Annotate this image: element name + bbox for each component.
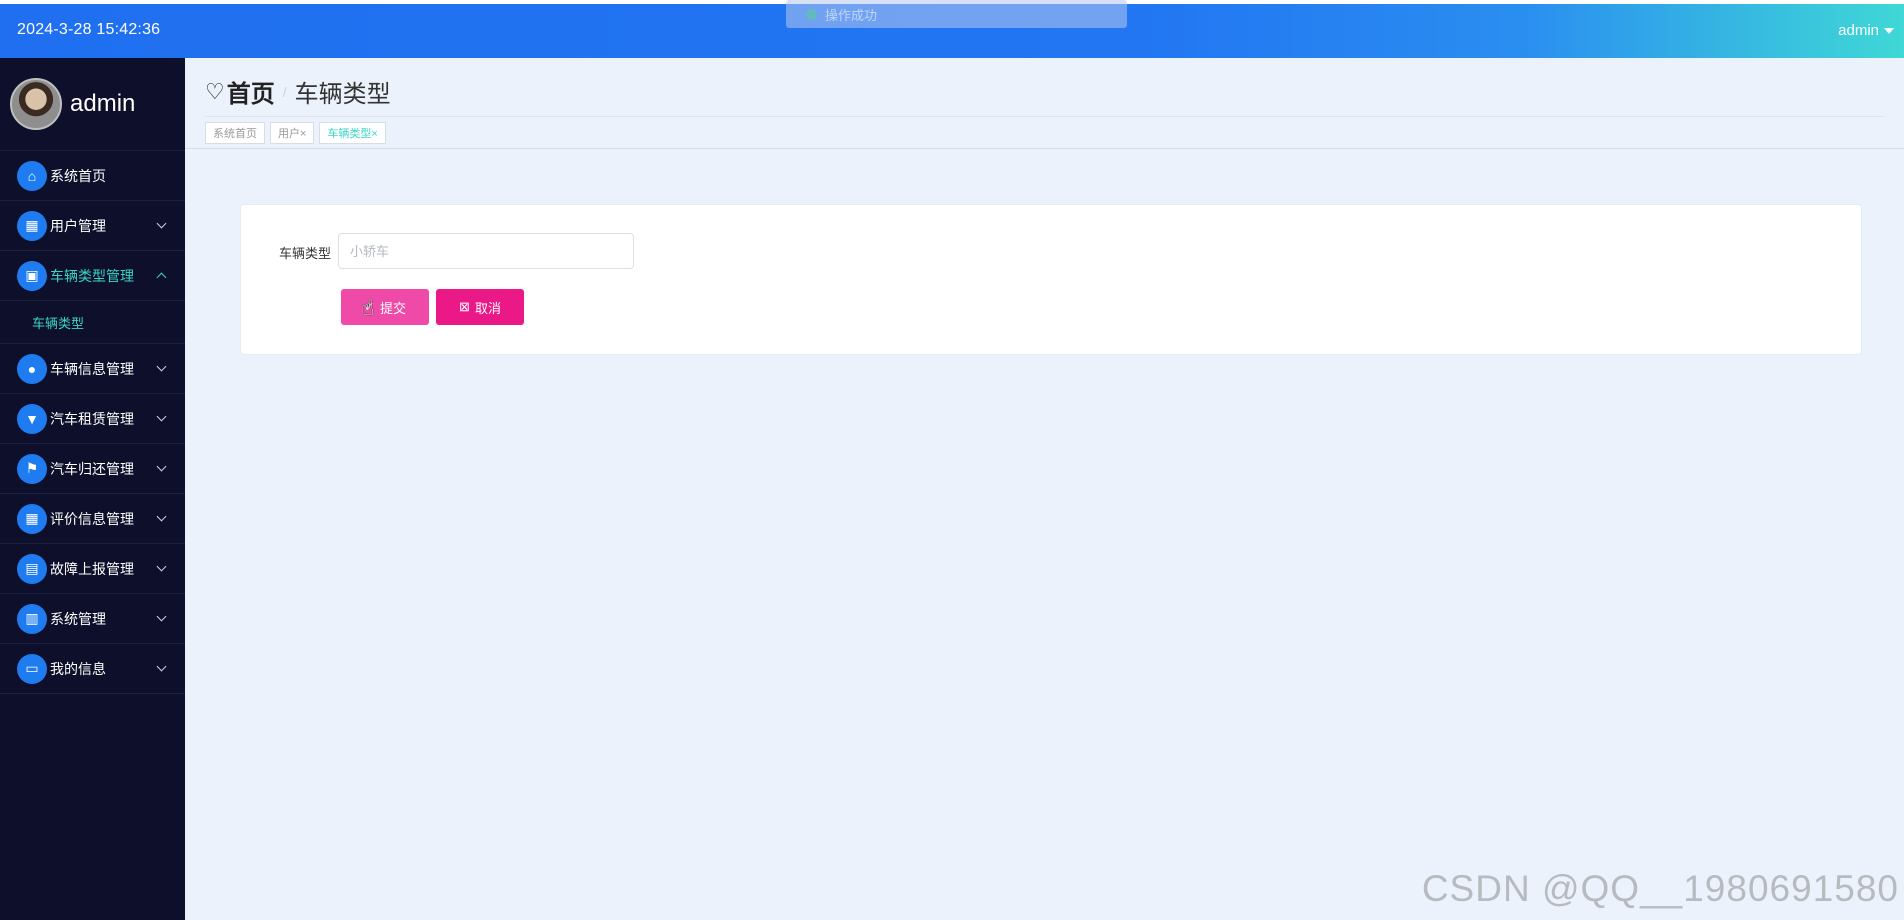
filter-icon: ▼ bbox=[17, 403, 47, 434]
vehicle-type-label: 车辆类型 bbox=[279, 246, 332, 261]
close-box-icon: ⊠ bbox=[459, 299, 470, 314]
sidebar-subitem-vehicle-type[interactable]: 车辆类型 bbox=[0, 301, 185, 344]
image-icon: ▣ bbox=[17, 260, 47, 291]
vehicle-type-input[interactable] bbox=[338, 233, 634, 269]
sidebar-item-return[interactable]: ⚑ 汽车归还管理 bbox=[0, 444, 185, 494]
sidebar-item-users[interactable]: ▦ 用户管理 bbox=[0, 201, 185, 251]
sidebar-item-home[interactable]: ⌂ 系统首页 bbox=[0, 151, 185, 201]
tag-home[interactable]: 系统首页 bbox=[205, 121, 265, 144]
cancel-button-label: 取消 bbox=[474, 300, 501, 316]
sidebar-item-reviews[interactable]: ▦ 评价信息管理 bbox=[0, 494, 185, 544]
submit-button[interactable]: ✓ 提交 bbox=[341, 289, 429, 325]
breadcrumb: ♡ 首页 / 车辆类型 bbox=[205, 74, 391, 109]
sidebar-item-vehicle-info[interactable]: ● 车辆信息管理 bbox=[0, 344, 185, 394]
chevron-down-icon bbox=[156, 461, 167, 472]
header-datetime: 2024-3-28 15:42:36 bbox=[17, 21, 161, 38]
chevron-down-icon bbox=[156, 218, 167, 229]
sidebar-item-vehicle-type-mgmt[interactable]: ▣ 车辆类型管理 bbox=[0, 251, 185, 301]
sidebar-item-rental[interactable]: ▼ 汽车租赁管理 bbox=[0, 394, 185, 444]
sidebar-item-label: 用户管理 bbox=[50, 217, 106, 234]
form-card: 车辆类型 ✓ 提交 ⊠ 取消 ☝ bbox=[240, 204, 1862, 355]
sidebar-item-label: 汽车租赁管理 bbox=[50, 410, 134, 427]
main-content: ♡ 首页 / 车辆类型 系统首页 用户× 车辆类型× 车辆类型 ✓ 提交 ⊠ 取… bbox=[185, 58, 1904, 920]
card-icon: ▭ bbox=[17, 653, 47, 684]
watermark: CSDN @QQ__1980691580 bbox=[1421, 868, 1899, 909]
sidebar-item-label: 评价信息管理 bbox=[50, 510, 134, 527]
caret-down-icon bbox=[1884, 27, 1894, 34]
home-icon: ⌂ bbox=[17, 160, 47, 191]
chevron-down-icon bbox=[156, 361, 167, 372]
profile-name: admin bbox=[70, 90, 136, 117]
sidebar-item-faults[interactable]: ▤ 故障上报管理 bbox=[0, 544, 185, 594]
divider bbox=[185, 148, 1904, 149]
sidebar-item-my-info[interactable]: ▭ 我的信息 bbox=[0, 644, 185, 694]
cancel-button[interactable]: ⊠ 取消 bbox=[436, 289, 524, 325]
check-circle-icon bbox=[806, 8, 817, 20]
briefcase-icon: ▤ bbox=[17, 553, 47, 584]
sidebar-item-label: 系统首页 bbox=[50, 167, 106, 184]
pin-icon: ● bbox=[17, 353, 47, 384]
hand-cursor-icon: ☝ bbox=[361, 295, 375, 320]
user-menu[interactable]: admin bbox=[1838, 22, 1894, 39]
sidebar-item-label: 车辆类型管理 bbox=[50, 267, 134, 284]
chevron-up-icon bbox=[156, 272, 167, 283]
sidebar-profile: admin bbox=[0, 58, 185, 151]
breadcrumb-home[interactable]: 首页 bbox=[227, 74, 275, 109]
flag-icon: ⚑ bbox=[17, 453, 47, 484]
breadcrumb-separator: / bbox=[282, 83, 287, 100]
sidebar-item-label: 故障上报管理 bbox=[50, 560, 134, 577]
chevron-down-icon bbox=[156, 561, 167, 572]
sidebar: admin ⌂ 系统首页 ▦ 用户管理 ▣ 车辆类型管理 车辆类型 ● 车辆信息… bbox=[0, 58, 185, 920]
tag-users[interactable]: 用户× bbox=[270, 121, 315, 144]
sidebar-item-label: 车辆信息管理 bbox=[50, 360, 134, 377]
sidebar-item-label: 系统管理 bbox=[50, 610, 106, 627]
heart-icon: ♡ bbox=[205, 78, 225, 104]
toast-message: 操作成功 bbox=[825, 7, 878, 23]
chevron-down-icon bbox=[156, 661, 167, 672]
breadcrumb-current: 车辆类型 bbox=[294, 81, 391, 108]
sidebar-subitem-label: 车辆类型 bbox=[32, 315, 85, 331]
chevron-down-icon bbox=[156, 511, 167, 522]
user-menu-label: admin bbox=[1838, 22, 1879, 39]
sidebar-item-label: 汽车归还管理 bbox=[50, 460, 134, 477]
submit-button-label: 提交 bbox=[379, 300, 406, 316]
success-toast: 操作成功 bbox=[786, 0, 1127, 28]
grid-icon: ▦ bbox=[17, 210, 47, 241]
grid-icon: ▦ bbox=[17, 503, 47, 534]
sidebar-item-system[interactable]: ▥ 系统管理 bbox=[0, 594, 185, 644]
chevron-down-icon bbox=[156, 611, 167, 622]
tag-vehicle-type[interactable]: 车辆类型× bbox=[319, 121, 386, 144]
clipboard-icon: ▥ bbox=[17, 603, 47, 634]
sidebar-item-label: 我的信息 bbox=[50, 660, 106, 677]
tags-view: 系统首页 用户× 车辆类型× bbox=[205, 116, 1885, 148]
avatar bbox=[10, 78, 62, 130]
chevron-down-icon bbox=[156, 411, 167, 422]
